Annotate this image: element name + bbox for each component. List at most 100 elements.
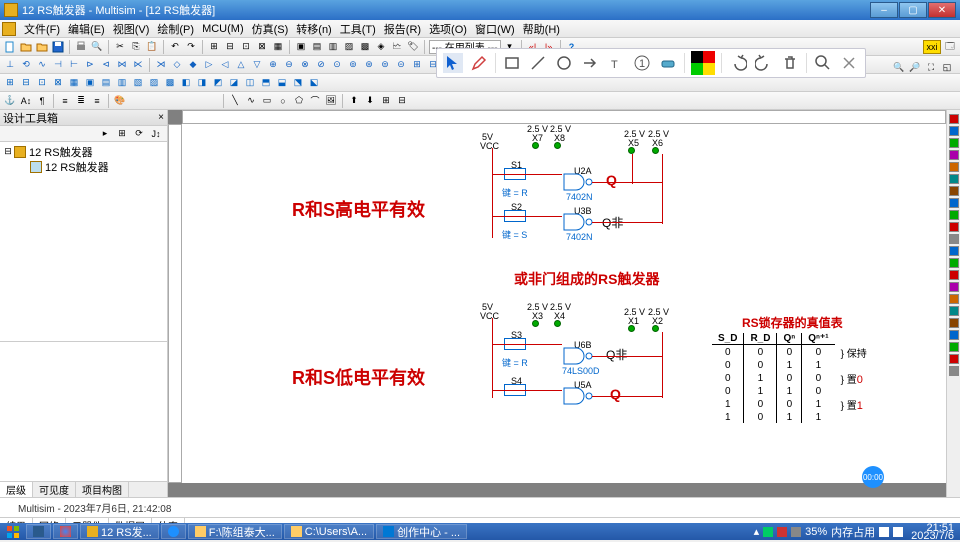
- tab-project[interactable]: 项目构图: [76, 482, 129, 497]
- component-btn-2[interactable]: ∿: [35, 58, 49, 72]
- tb-j[interactable]: ▩: [358, 40, 372, 54]
- circle-tool[interactable]: [554, 53, 574, 73]
- sidebar-close[interactable]: ×: [158, 112, 164, 123]
- menu-transfer[interactable]: 转移(n): [292, 21, 335, 37]
- component-btn-10[interactable]: ◇: [170, 58, 184, 72]
- menu-file[interactable]: 文件(F): [20, 21, 64, 37]
- menu-window[interactable]: 窗口(W): [471, 21, 519, 37]
- redo-big[interactable]: [754, 53, 774, 73]
- tb-c[interactable]: ⊡: [239, 40, 253, 54]
- instr-btn-14[interactable]: ◪: [227, 76, 241, 90]
- instrument-13[interactable]: [949, 270, 959, 280]
- instr-btn-9[interactable]: ▨: [147, 76, 161, 90]
- tb-d[interactable]: ⊠: [255, 40, 269, 54]
- eraser-tool[interactable]: [658, 53, 678, 73]
- tb-b[interactable]: ⊟: [223, 40, 237, 54]
- task-folder2[interactable]: C:\Users\A...: [284, 524, 374, 539]
- instrument-4[interactable]: [949, 162, 959, 172]
- instr-btn-6[interactable]: ▤: [99, 76, 113, 90]
- shape-line[interactable]: ╲: [228, 94, 242, 108]
- instr-btn-17[interactable]: ⬓: [275, 76, 289, 90]
- align-l[interactable]: ≡: [58, 94, 72, 108]
- tb-h[interactable]: ▥: [326, 40, 340, 54]
- strip-d[interactable]: J↕: [149, 127, 163, 141]
- copy-button[interactable]: ⎘: [129, 40, 143, 54]
- tb-k[interactable]: ◈: [374, 40, 388, 54]
- component-btn-9[interactable]: ⋊: [154, 58, 168, 72]
- instrument-14[interactable]: [949, 282, 959, 292]
- clock[interactable]: 21:51 2023/7/6: [907, 524, 958, 540]
- line-tool[interactable]: [528, 53, 548, 73]
- component-btn-15[interactable]: ▽: [250, 58, 264, 72]
- component-btn-21[interactable]: ⊚: [346, 58, 360, 72]
- zoom-fit-icon[interactable]: ⛶: [924, 60, 938, 74]
- instrument-7[interactable]: [949, 198, 959, 208]
- close-button[interactable]: ✕: [928, 2, 956, 18]
- number-tool[interactable]: 1: [632, 53, 652, 73]
- instr-btn-4[interactable]: ▦: [67, 76, 81, 90]
- task-edge[interactable]: 创作中心 - ...: [376, 524, 467, 539]
- component-btn-25[interactable]: ⊞: [410, 58, 424, 72]
- instr-btn-5[interactable]: ▣: [83, 76, 97, 90]
- zoom-button[interactable]: [813, 53, 833, 73]
- anchor-button[interactable]: ⚓: [3, 94, 17, 108]
- ext-2[interactable]: 🗔: [943, 40, 957, 54]
- shape-poly[interactable]: ⬠: [292, 94, 306, 108]
- undo-big[interactable]: [728, 53, 748, 73]
- tb-f[interactable]: ▣: [294, 40, 308, 54]
- tree-root[interactable]: ⊟ 12 RS触发器: [2, 144, 165, 159]
- save-button[interactable]: [51, 40, 65, 54]
- paste-button[interactable]: 📋: [145, 40, 159, 54]
- print-button[interactable]: [74, 40, 88, 54]
- order-b[interactable]: ⬇: [363, 94, 377, 108]
- tb-e[interactable]: ▦: [271, 40, 285, 54]
- instrument-16[interactable]: [949, 306, 959, 316]
- instr-btn-0[interactable]: ⊞: [3, 76, 17, 90]
- group[interactable]: ⊞: [379, 94, 393, 108]
- component-btn-3[interactable]: ⊣: [51, 58, 65, 72]
- instrument-9[interactable]: [949, 222, 959, 232]
- menu-reports[interactable]: 报告(R): [380, 21, 425, 37]
- shape-arc[interactable]: ⌒: [308, 94, 322, 108]
- rect-tool[interactable]: [502, 53, 522, 73]
- tray-icon[interactable]: [791, 527, 801, 537]
- instr-btn-19[interactable]: ⬕: [307, 76, 321, 90]
- instr-btn-15[interactable]: ◫: [243, 76, 257, 90]
- menu-tools[interactable]: 工具(T): [336, 21, 380, 37]
- component-btn-11[interactable]: ◆: [186, 58, 200, 72]
- ext-1[interactable]: xxi: [923, 40, 941, 54]
- color-palette[interactable]: [691, 51, 715, 75]
- tb-i[interactable]: ▨: [342, 40, 356, 54]
- tab-visibility[interactable]: 可见度: [33, 482, 76, 497]
- color-button[interactable]: 🎨: [113, 94, 127, 108]
- order-f[interactable]: ⬆: [347, 94, 361, 108]
- redo-button[interactable]: ↷: [184, 40, 198, 54]
- annotation-toolbar[interactable]: T 1: [436, 48, 866, 78]
- zoom-out-icon[interactable]: 🔎: [908, 60, 922, 74]
- tb-a[interactable]: ⊞: [207, 40, 221, 54]
- ungroup[interactable]: ⊟: [395, 94, 409, 108]
- task-app1[interactable]: [26, 524, 51, 539]
- shape-rect[interactable]: ▭: [260, 94, 274, 108]
- cut-button[interactable]: ✂: [113, 40, 127, 54]
- component-btn-5[interactable]: ⊳: [83, 58, 97, 72]
- component-btn-13[interactable]: ◁: [218, 58, 232, 72]
- instrument-0[interactable]: [949, 114, 959, 124]
- instrument-10[interactable]: [949, 234, 959, 244]
- instr-btn-10[interactable]: ▩: [163, 76, 177, 90]
- instrument-5[interactable]: [949, 174, 959, 184]
- tray-up-icon[interactable]: ▴: [754, 525, 760, 538]
- menu-edit[interactable]: 编辑(E): [64, 21, 109, 37]
- instr-btn-12[interactable]: ◨: [195, 76, 209, 90]
- menu-mcu[interactable]: MCU(M): [198, 23, 248, 35]
- arrow-tool[interactable]: [580, 53, 600, 73]
- tray-icon[interactable]: [777, 527, 787, 537]
- instr-btn-13[interactable]: ◩: [211, 76, 225, 90]
- open-button[interactable]: [19, 40, 33, 54]
- shape-curve[interactable]: ∿: [244, 94, 258, 108]
- open2-button[interactable]: [35, 40, 49, 54]
- para-button[interactable]: ¶: [35, 94, 49, 108]
- instr-btn-2[interactable]: ⊡: [35, 76, 49, 90]
- menu-simulate[interactable]: 仿真(S): [248, 21, 293, 37]
- system-tray[interactable]: ▴ 35% 内存占用 21:51 2023/7/6: [754, 524, 958, 540]
